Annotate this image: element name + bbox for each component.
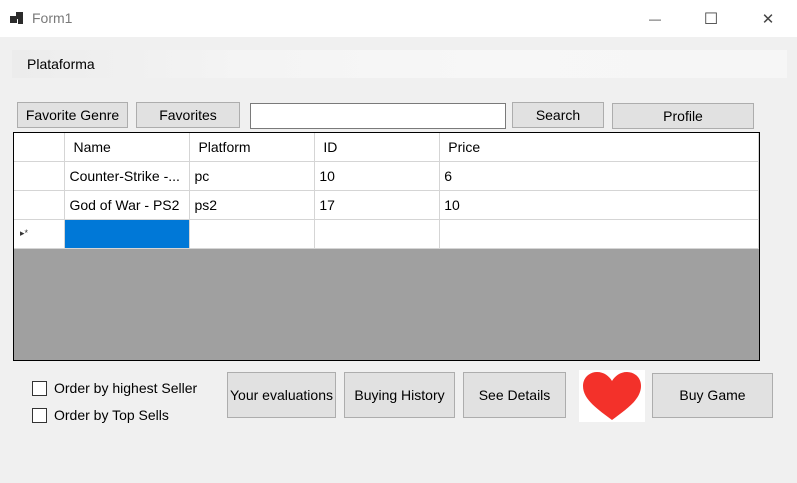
row-header-corner xyxy=(14,133,66,162)
new-row-header[interactable]: ▸* xyxy=(14,219,66,249)
checkbox-box[interactable] xyxy=(32,380,47,396)
new-row[interactable]: ▸* xyxy=(14,219,759,249)
close-button[interactable]: ✕ xyxy=(745,0,791,37)
games-table: Name Platform ID Price Counter-Strike -.… xyxy=(14,133,759,249)
column-header-id[interactable]: ID xyxy=(314,133,441,162)
cell-id[interactable]: 10 xyxy=(314,161,441,191)
cell-name[interactable]: God of War - PS2 xyxy=(64,190,191,220)
close-icon: ✕ xyxy=(761,10,775,28)
cell-id[interactable] xyxy=(314,219,441,249)
table-row[interactable]: Counter-Strike -... pc 10 6 xyxy=(14,161,759,191)
favorite-genre-button[interactable]: Favorite Genre xyxy=(17,102,128,128)
favorites-button[interactable]: Favorites xyxy=(136,102,240,128)
maximize-button[interactable]: ☐ xyxy=(688,0,734,37)
see-details-button[interactable]: See Details xyxy=(463,372,566,418)
minimize-icon: — xyxy=(649,11,661,26)
search-input[interactable] xyxy=(250,103,506,129)
header-row: Name Platform ID Price xyxy=(14,133,759,162)
cell-platform[interactable]: pc xyxy=(189,161,316,191)
games-grid[interactable]: Name Platform ID Price Counter-Strike -.… xyxy=(13,132,760,361)
title-bar: Form1 — ☐ ✕ xyxy=(0,0,797,37)
cell-id[interactable]: 17 xyxy=(314,190,441,220)
row-header[interactable] xyxy=(14,161,66,191)
menu-strip: Plataforma xyxy=(12,50,787,78)
cell-price[interactable]: 10 xyxy=(439,190,759,220)
profile-button[interactable]: Profile xyxy=(612,103,754,129)
row-header[interactable] xyxy=(14,190,66,220)
order-top-sells-checkbox[interactable]: Order by Top Sells xyxy=(32,407,169,423)
search-button[interactable]: Search xyxy=(512,102,604,128)
column-header-platform[interactable]: Platform xyxy=(189,133,316,162)
buy-game-button[interactable]: Buy Game xyxy=(652,373,773,418)
order-top-sells-label: Order by Top Sells xyxy=(54,407,169,423)
menu-item-plataforma[interactable]: Plataforma xyxy=(27,56,95,72)
cell-price[interactable]: 6 xyxy=(439,161,759,191)
cell-platform[interactable]: ps2 xyxy=(189,190,316,220)
maximize-icon: ☐ xyxy=(703,10,719,28)
column-header-price[interactable]: Price xyxy=(439,133,759,162)
checkbox-box[interactable] xyxy=(32,407,47,423)
cell-platform[interactable] xyxy=(189,219,316,249)
favorite-heart-button[interactable] xyxy=(579,370,645,422)
buying-history-button[interactable]: Buying History xyxy=(344,372,455,418)
order-highest-seller-label: Order by highest Seller xyxy=(54,380,198,396)
app-icon xyxy=(10,10,26,26)
column-header-name[interactable]: Name xyxy=(64,133,191,162)
cell-name[interactable]: Counter-Strike -... xyxy=(64,161,191,191)
your-evaluations-button[interactable]: Your evaluations xyxy=(227,372,336,418)
heart-icon xyxy=(583,372,641,420)
cell-name-selected[interactable] xyxy=(64,219,191,249)
window-title: Form1 xyxy=(32,10,73,26)
table-row[interactable]: God of War - PS2 ps2 17 10 xyxy=(14,190,759,220)
new-row-marker-icon: ▸* xyxy=(20,228,29,238)
minimize-button[interactable]: — xyxy=(632,0,678,37)
order-highest-seller-checkbox[interactable]: Order by highest Seller xyxy=(32,380,197,396)
cell-price[interactable] xyxy=(439,219,759,249)
